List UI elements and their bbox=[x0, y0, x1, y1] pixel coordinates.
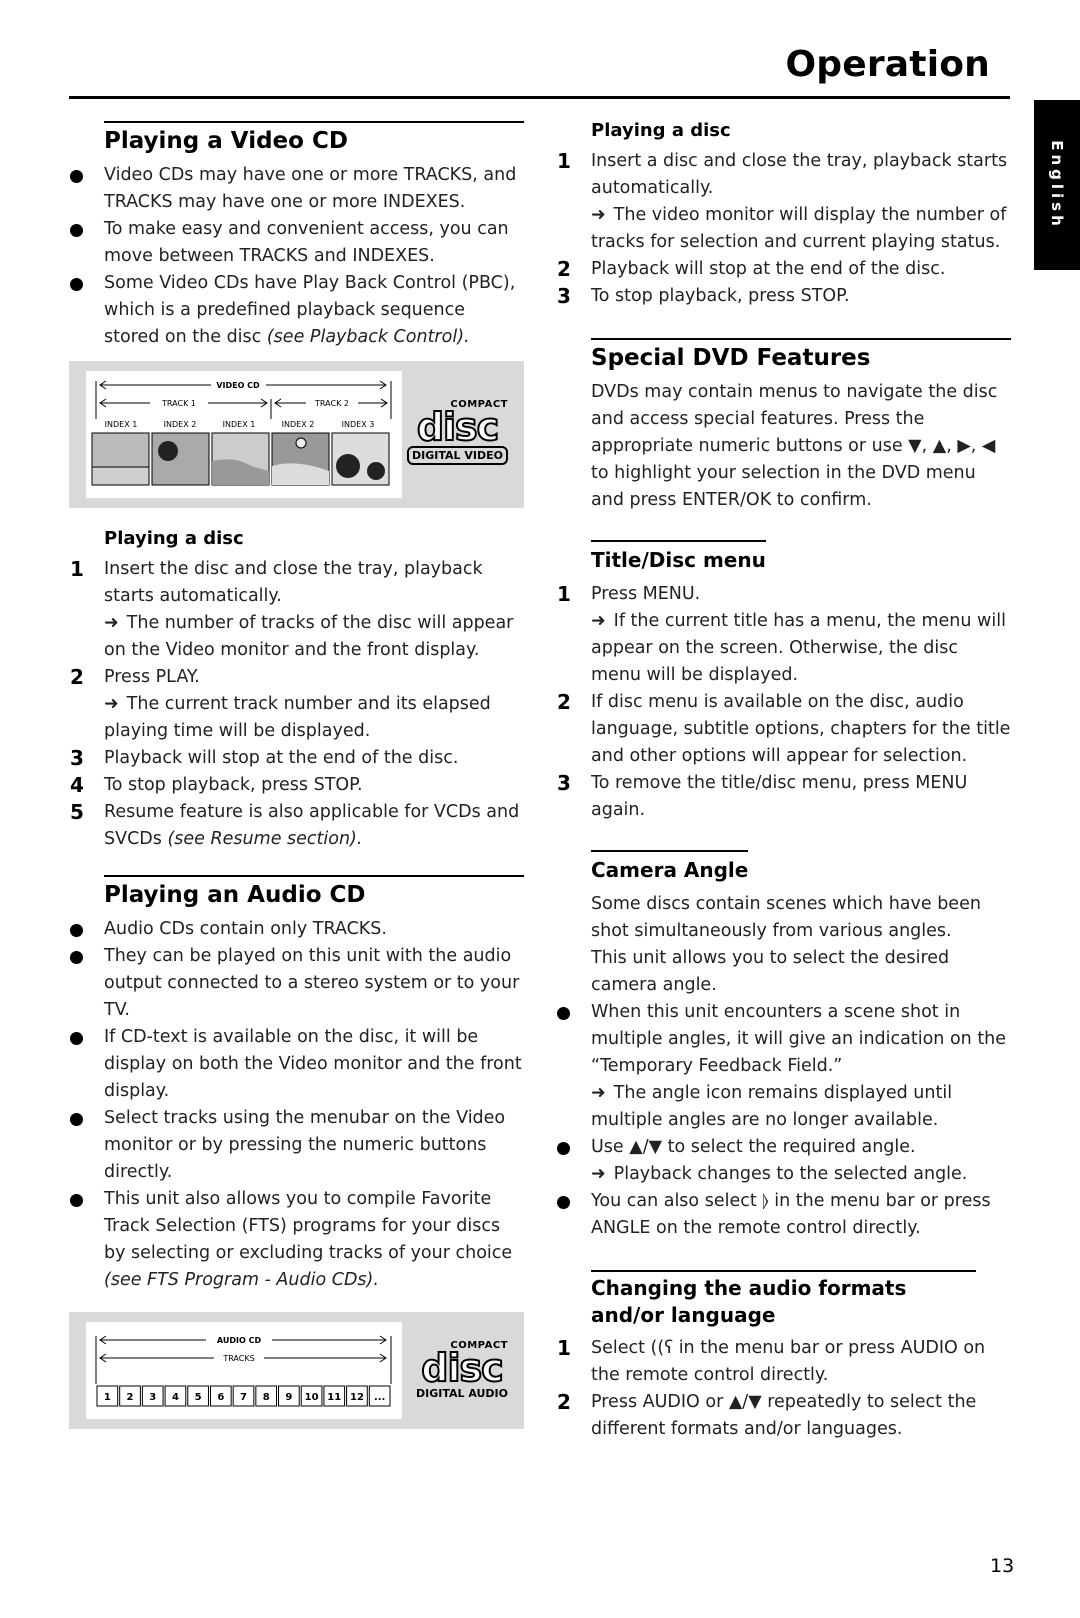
list-item: Audio CDs contain only TRACKS. bbox=[69, 916, 524, 943]
track-number: 4 bbox=[172, 1392, 179, 1403]
step-item: 2 If disc menu is available on the disc, … bbox=[557, 690, 1011, 766]
list-item: This unit also allows you to compile Fav… bbox=[69, 1186, 524, 1294]
language-tab-label: English bbox=[1048, 140, 1066, 230]
list-item: You can also select ⦊ in the menu bar or… bbox=[556, 1188, 1011, 1242]
track-boxes: 1 2 3 4 5 6 7 8 9 10 11 12... bbox=[96, 1385, 391, 1407]
compact-disc-audio-logo: COMPACT disc DIGITAL AUDIO bbox=[415, 1340, 508, 1400]
index-label: INDEX 1 bbox=[105, 420, 138, 429]
arrow-icon: ➜ bbox=[591, 205, 606, 225]
cross-reference: (see Resume section). bbox=[167, 829, 363, 849]
bullet-icon bbox=[70, 278, 83, 291]
step-item: 1 Select ((ʕ in the menu bar or press AUD… bbox=[557, 1336, 986, 1385]
bullet-icon bbox=[70, 1032, 83, 1045]
cross-reference: (see Playback Control). bbox=[266, 327, 470, 347]
step-item: 4 To stop playback, press STOP. bbox=[70, 773, 363, 797]
list-item: They can be played on this unit with the… bbox=[69, 943, 524, 1024]
track-number: 9 bbox=[285, 1392, 292, 1403]
compact-disc-video-logo: COMPACT disc DIGITAL VIDEO bbox=[407, 399, 508, 465]
index-label: INDEX 3 bbox=[342, 420, 375, 429]
disc-label: VIDEO CD bbox=[216, 381, 260, 390]
paragraph: This unit allows you to select the desir… bbox=[591, 948, 950, 995]
section-title-audio-formats: Changing the audio formats and/or langua… bbox=[591, 1270, 976, 1329]
step-item: 1 Insert the disc and close the tray, pla… bbox=[70, 557, 514, 660]
arrow-icon: ➜ bbox=[591, 611, 606, 631]
list-item: Some Video CDs have Play Back Control (P… bbox=[69, 270, 524, 351]
paragraph: DVDs may contain menus to navigate the d… bbox=[591, 382, 998, 510]
subsection-title: Playing a disc bbox=[104, 528, 244, 549]
list-item: To make easy and convenient access, you … bbox=[69, 216, 524, 270]
index-thumbnails bbox=[91, 432, 390, 486]
track-number: 7 bbox=[240, 1392, 247, 1403]
section-title-audio-cd: Playing an Audio CD bbox=[104, 875, 524, 910]
paragraph: Some discs contain scenes which have bee… bbox=[591, 894, 981, 941]
section-title-video-cd: Playing a Video CD bbox=[104, 121, 524, 156]
bullet-icon bbox=[70, 1113, 83, 1126]
list-item: When this unit encounters a scene shot i… bbox=[556, 999, 1011, 1134]
video-cd-structure-svg: VIDEO CD TRACK 1 TRACK 2 INDEX 1 INDEX 2… bbox=[91, 380, 392, 486]
step-item: 5 Resume feature is also applicable for V… bbox=[70, 800, 520, 849]
track-label: TRACK 1 bbox=[161, 399, 196, 408]
step-item: 3 Playback will stop at the end of the di… bbox=[70, 746, 459, 770]
video-cd-diagram: VIDEO CD TRACK 1 TRACK 2 INDEX 1 INDEX 2… bbox=[69, 361, 524, 508]
bullet-icon bbox=[557, 1142, 570, 1155]
track-number: 10 bbox=[305, 1392, 319, 1403]
arrow-icon: ➜ bbox=[591, 1164, 606, 1184]
index-label: INDEX 2 bbox=[282, 420, 315, 429]
bullet-icon bbox=[557, 1196, 570, 1209]
language-tab: English bbox=[1034, 100, 1080, 270]
page-title: Operation bbox=[785, 44, 990, 85]
page-number: 13 bbox=[990, 1555, 1015, 1577]
track-number: 6 bbox=[217, 1392, 224, 1403]
arrow-icon: ➜ bbox=[104, 613, 119, 633]
section-title-special-dvd: Special DVD Features bbox=[591, 338, 1011, 373]
index-label: INDEX 2 bbox=[164, 420, 197, 429]
step-item: 2 Press AUDIO or ▲/▼ repeatedly to select… bbox=[557, 1390, 977, 1439]
list-item: Use ▲/▼ to select the required angle. ➜ Pl… bbox=[556, 1134, 1011, 1188]
audio-cd-diagram: AUDIO CD TRACKS 1 2 3 4 5 6 7 8 9 10 11 12... COMPA… bbox=[69, 1312, 524, 1429]
track-number: 12 bbox=[350, 1392, 364, 1403]
track-number: 11 bbox=[327, 1392, 341, 1403]
track-number: ... bbox=[374, 1392, 385, 1403]
bullet-icon bbox=[70, 951, 83, 964]
left-column: Playing a Video CD Video CDs may have on… bbox=[69, 121, 524, 1439]
section-title-title-disc-menu: Title/Disc menu bbox=[591, 540, 766, 575]
thumbnail bbox=[151, 432, 210, 486]
list-item: If CD-text is available on the disc, it … bbox=[69, 1024, 524, 1105]
step-item: 1 Press MENU. ➜ If the current title has a … bbox=[557, 582, 1006, 685]
track-number: 8 bbox=[263, 1392, 270, 1403]
disc-label: AUDIO CD bbox=[217, 1336, 262, 1345]
subsection-title: Playing a disc bbox=[591, 120, 731, 141]
step-item: 2 Press PLAY. ➜ The current track number an… bbox=[70, 665, 491, 741]
cross-reference: (see FTS Program - Audio CDs). bbox=[104, 1270, 379, 1290]
track-number: 5 bbox=[195, 1392, 202, 1403]
tracks-label: TRACKS bbox=[222, 1354, 254, 1363]
bullet-icon bbox=[70, 924, 83, 937]
track-number: 2 bbox=[127, 1392, 134, 1403]
step-item: 3 To remove the title/disc menu, press ME… bbox=[557, 771, 968, 820]
step-item: 3 To stop playback, press STOP. bbox=[557, 284, 850, 308]
arrow-icon: ➜ bbox=[591, 1083, 606, 1103]
arrow-icon: ➜ bbox=[104, 694, 119, 714]
section-title-camera-angle: Camera Angle bbox=[591, 850, 749, 885]
track-number: 3 bbox=[149, 1392, 156, 1403]
index-label: INDEX 1 bbox=[223, 420, 256, 429]
step-item: 2 Playback will stop at the end of the di… bbox=[557, 257, 946, 281]
right-column: Playing a disc 1 Insert a disc and close … bbox=[556, 118, 1011, 1443]
audio-cd-structure-svg: AUDIO CD TRACKS 1 2 3 4 5 6 7 8 9 10 11 12... bbox=[95, 1335, 392, 1407]
bullet-icon bbox=[70, 1194, 83, 1207]
step-item: 1 Insert a disc and close the tray, playb… bbox=[557, 149, 1008, 252]
header-rule bbox=[69, 96, 1010, 99]
track-number: 1 bbox=[104, 1392, 111, 1403]
list-item: Video CDs may have one or more TRACKS, a… bbox=[69, 162, 524, 216]
bullet-icon bbox=[70, 170, 83, 183]
bullet-icon bbox=[70, 224, 83, 237]
track-label: TRACK 2 bbox=[314, 399, 349, 408]
list-item: Select tracks using the menubar on the V… bbox=[69, 1105, 524, 1186]
bullet-icon bbox=[557, 1007, 570, 1020]
